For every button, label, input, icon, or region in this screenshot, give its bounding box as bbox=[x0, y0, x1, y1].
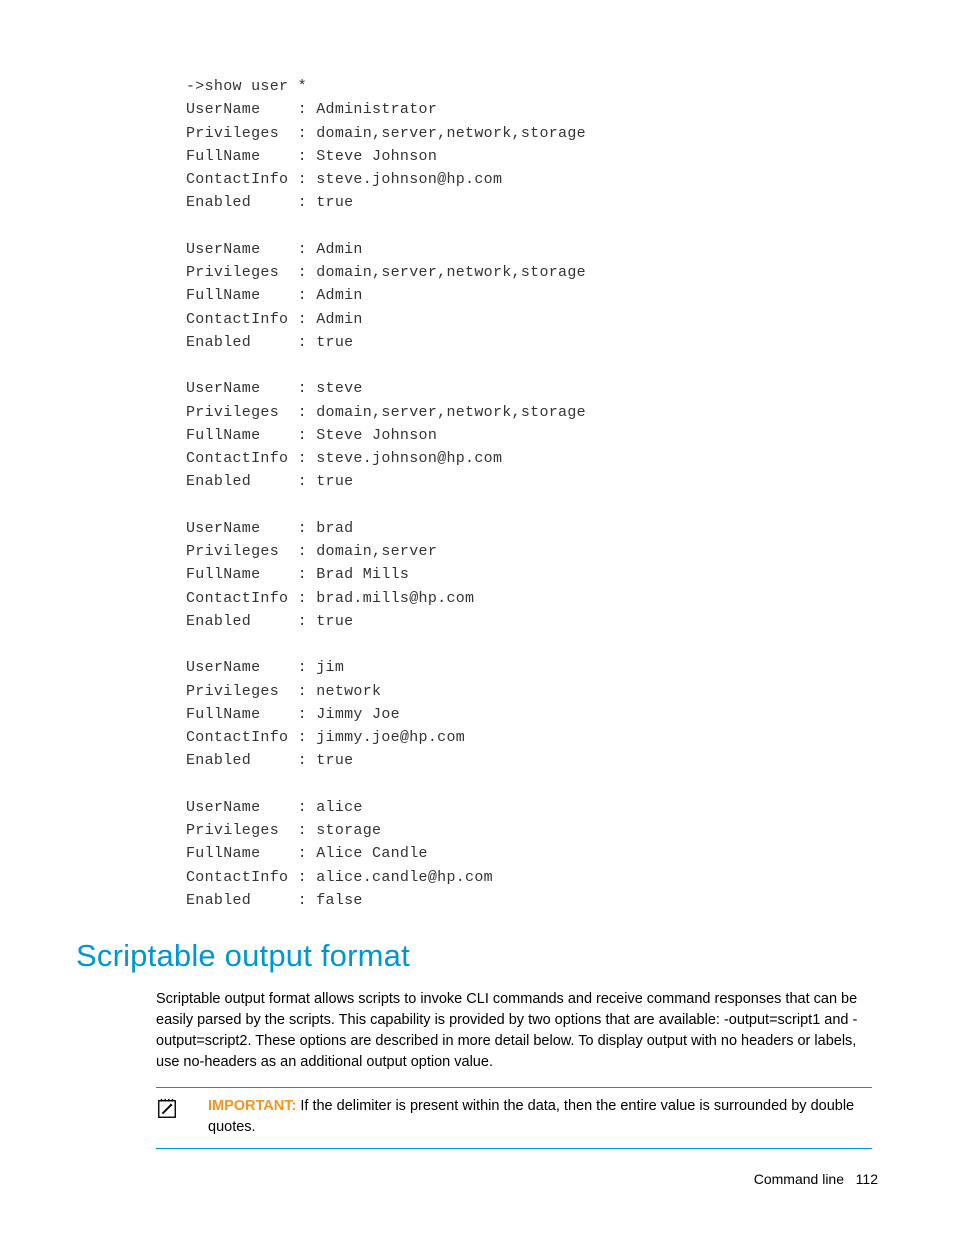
important-label: IMPORTANT: bbox=[208, 1098, 296, 1114]
callout-text: IMPORTANT: If the delimiter is present w… bbox=[208, 1096, 872, 1138]
document-page: ->show user * UserName : Administrator P… bbox=[0, 0, 954, 1235]
note-icon bbox=[156, 1098, 178, 1120]
section-heading: Scriptable output format bbox=[76, 938, 878, 974]
page-footer: Command line 112 bbox=[754, 1171, 878, 1187]
body-paragraph: Scriptable output format allows scripts … bbox=[156, 989, 872, 1073]
callout-body: If the delimiter is present within the d… bbox=[208, 1098, 854, 1135]
footer-section: Command line bbox=[754, 1171, 844, 1187]
cli-output-block: ->show user * UserName : Administrator P… bbox=[186, 75, 878, 912]
important-callout: IMPORTANT: If the delimiter is present w… bbox=[156, 1087, 872, 1149]
footer-page-number: 112 bbox=[856, 1171, 878, 1187]
